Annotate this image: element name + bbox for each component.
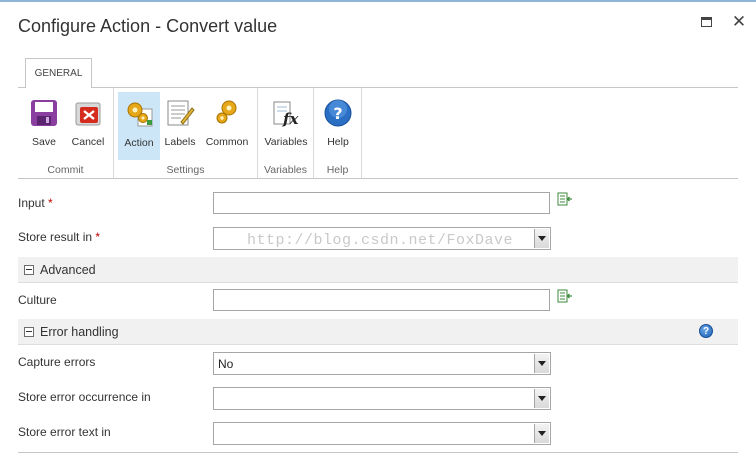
common-gears-icon [210, 96, 244, 130]
ribbon-group-commit: Save Cancel Commit [18, 88, 114, 178]
variables-button[interactable]: fx Variables [262, 92, 310, 160]
group-label-help: Help [326, 164, 349, 176]
ribbon-group-variables: fx Variables Variables [258, 88, 314, 178]
variables-fx-icon: fx [269, 96, 303, 130]
dropdown-arrow-icon[interactable] [534, 389, 549, 408]
capture-errors-select[interactable]: No [213, 352, 551, 375]
error-handling-section-header[interactable]: Error handling ? [18, 319, 738, 345]
help-button[interactable]: ? Help [320, 92, 356, 160]
cancel-label: Cancel [71, 136, 105, 148]
help-icon: ? [321, 96, 355, 130]
window-top-border [0, 0, 756, 2]
insert-reference-icon[interactable] [557, 192, 573, 208]
cancel-button[interactable]: Cancel [67, 92, 109, 160]
action-label: Action [124, 137, 154, 149]
labels-button[interactable]: Labels [162, 92, 198, 160]
ribbon-group-help: ? Help Help [314, 88, 362, 178]
labels-label: Labels [164, 136, 196, 148]
error-handling-section-title: Error handling [40, 325, 119, 339]
cancel-icon [71, 96, 105, 130]
svg-text:fx: fx [282, 110, 299, 128]
svg-text:?: ? [333, 104, 342, 123]
group-label-variables: Variables [264, 164, 307, 176]
maximize-icon [700, 17, 712, 27]
capture-errors-label: Capture errors [18, 355, 96, 369]
input-field[interactable] [213, 192, 550, 214]
input-label: Input * [18, 196, 53, 210]
dialog-title: Configure Action - Convert value [18, 16, 278, 36]
help-label: Help [327, 136, 349, 148]
save-icon [27, 96, 61, 130]
common-label: Common [205, 136, 249, 148]
close-icon: ✕ [731, 12, 747, 31]
required-marker: * [48, 196, 53, 210]
insert-reference-icon[interactable] [557, 289, 573, 305]
store-error-occurrence-label: Store error occurrence in [18, 390, 151, 404]
group-label-settings: Settings [166, 164, 205, 176]
culture-field[interactable] [213, 289, 550, 311]
store-result-label-text: Store result in [18, 230, 93, 244]
dropdown-arrow-icon[interactable] [534, 354, 549, 373]
tab-general[interactable]: GENERAL [25, 58, 92, 88]
capture-errors-value: No [218, 357, 234, 371]
group-label-commit: Commit [47, 164, 84, 176]
collapse-icon[interactable] [24, 265, 34, 275]
input-label-text: Input [18, 196, 45, 210]
common-button[interactable]: Common [202, 92, 252, 160]
store-error-occurrence-select[interactable] [213, 387, 551, 410]
dropdown-arrow-icon[interactable] [534, 424, 549, 443]
watermark: http://blog.csdn.net/FoxDave [247, 232, 514, 249]
variables-label: Variables [264, 136, 308, 148]
save-button[interactable]: Save [24, 92, 64, 160]
labels-icon [163, 96, 197, 130]
required-marker: * [95, 230, 101, 244]
ribbon: Save Cancel Commit Action Labels Common … [18, 87, 738, 179]
ribbon-group-settings: Action Labels Common Settings [114, 88, 258, 178]
help-circle-icon[interactable]: ? [699, 324, 713, 338]
maximize-button[interactable] [696, 12, 716, 32]
store-error-text-label: Store error text in [18, 425, 111, 439]
save-label: Save [32, 136, 56, 148]
culture-label: Culture [18, 293, 57, 307]
store-result-label: Store result in * [18, 230, 100, 244]
action-gears-icon [122, 97, 156, 131]
advanced-section-header[interactable]: Advanced [18, 257, 738, 283]
store-error-text-select[interactable] [213, 422, 551, 445]
advanced-section-title: Advanced [40, 263, 96, 277]
close-button[interactable]: ✕ [729, 12, 749, 32]
collapse-icon[interactable] [24, 327, 34, 337]
dropdown-arrow-icon[interactable] [534, 229, 549, 248]
form-bottom-divider [18, 452, 738, 453]
action-button[interactable]: Action [118, 92, 160, 160]
